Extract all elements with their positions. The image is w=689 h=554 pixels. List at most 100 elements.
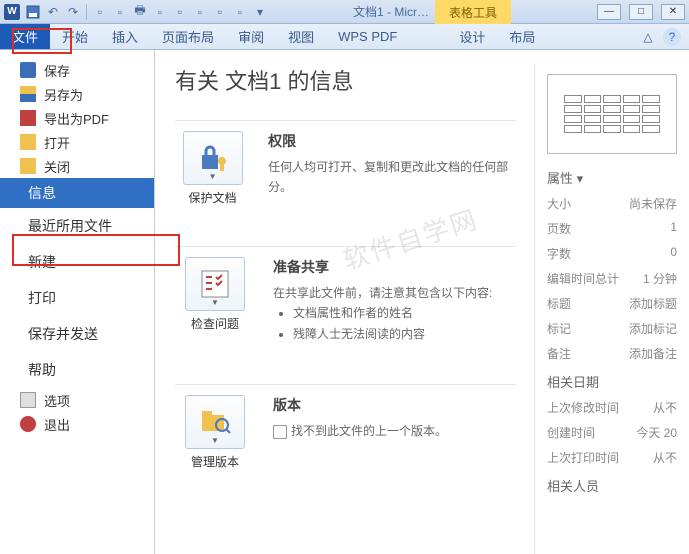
nav-open[interactable]: 打开 (0, 130, 154, 154)
undo-icon[interactable]: ↶ (44, 3, 62, 21)
section-text: 在共享此文件前，请注意其包含以下内容: (273, 283, 492, 303)
nav-label: 导出为PDF (44, 109, 109, 128)
qat-dropdown-icon[interactable]: ▾ (251, 3, 269, 21)
title-bar: W ↶ ↷ ▫ ▫ 🖶 ▫ ▫ ▫ ▫ ▫ ▾ 文档1 - Micr… — □ … (0, 0, 689, 24)
tab-file[interactable]: 文件 (0, 24, 50, 49)
info-main: 有关 文档1 的信息 ▼ 保护文档 权限 任何人均可打开、复制和更改此文档的任何… (175, 64, 534, 554)
people-heading: 相关人员 (547, 476, 677, 495)
folder-magnify-icon (198, 405, 232, 439)
nav-label: 打开 (44, 133, 70, 152)
help-icon[interactable]: ? (663, 28, 681, 46)
minimize-ribbon-icon[interactable]: △ (639, 28, 657, 46)
maximize-button[interactable]: □ (629, 4, 653, 20)
nav-label: 选项 (44, 391, 70, 410)
list-item: 文档属性和作者的姓名 (293, 303, 492, 323)
button-label: 保护文档 (175, 189, 250, 206)
prop-edit-time: 编辑时间总计1 分钟 (547, 270, 677, 287)
open-folder-icon (20, 134, 36, 150)
tab-page-layout[interactable]: 页面布局 (150, 24, 226, 49)
tab-view[interactable]: 视图 (276, 24, 326, 49)
nav-print[interactable]: 打印 (0, 280, 154, 316)
qat-separator (86, 4, 87, 20)
prop-printed: 上次打印时间从不 (547, 449, 677, 466)
quick-access-toolbar: ↶ ↷ ▫ ▫ 🖶 ▫ ▫ ▫ ▫ ▫ ▾ (24, 3, 269, 21)
context-tab-table-tools: 表格工具 (435, 0, 511, 24)
section-text: 任何人均可打开、复制和更改此文档的任何部分。 (268, 157, 516, 198)
backstage-view: 保存 另存为 导出为PDF 打开 关闭 信息 最近所用文件 新建 打印 保存并发… (0, 50, 689, 554)
check-issues-button[interactable]: ▼ 检查问题 (175, 257, 255, 344)
nav-options[interactable]: 选项 (0, 388, 154, 412)
qat-icon[interactable]: ▫ (191, 3, 209, 21)
chevron-down-icon: ▼ (209, 172, 217, 181)
save-icon[interactable] (24, 3, 42, 21)
button-label: 检查问题 (175, 315, 255, 332)
nav-save[interactable]: 保存 (0, 58, 154, 82)
ribbon-tabs: 文件 开始 插入 页面布局 审阅 视图 WPS PDF 设计 布局 △ ? (0, 24, 689, 50)
section-heading: 版本 (273, 395, 447, 415)
info-content: 有关 文档1 的信息 ▼ 保护文档 权限 任何人均可打开、复制和更改此文档的任何… (155, 50, 689, 554)
section-heading: 准备共享 (273, 257, 492, 277)
prop-remark[interactable]: 备注添加备注 (547, 345, 677, 362)
section-prepare-share: ▼ 检查问题 准备共享 在共享此文件前，请注意其包含以下内容: 文档属性和作者的… (175, 246, 516, 344)
list-item: 残障人士无法阅读的内容 (293, 324, 492, 344)
nav-save-as[interactable]: 另存为 (0, 82, 154, 106)
nav-save-send[interactable]: 保存并发送 (0, 316, 154, 352)
qat-icon[interactable]: ▫ (151, 3, 169, 21)
dates-heading: 相关日期 (547, 372, 677, 391)
nav-new[interactable]: 新建 (0, 244, 154, 280)
minimize-button[interactable]: — (597, 4, 621, 20)
nav-label: 关闭 (44, 157, 70, 176)
lock-key-icon (196, 141, 230, 175)
nav-label: 帮助 (28, 360, 56, 380)
nav-info[interactable]: 信息 (0, 178, 154, 208)
qat-icon[interactable]: ▫ (91, 3, 109, 21)
prop-tag[interactable]: 标记添加标记 (547, 320, 677, 337)
prop-words: 字数0 (547, 245, 677, 262)
chevron-down-icon: ▼ (211, 436, 219, 445)
prop-created: 创建时间今天 20 (547, 424, 677, 441)
save-as-icon (20, 86, 36, 102)
side-nav: 保存 另存为 导出为PDF 打开 关闭 信息 最近所用文件 新建 打印 保存并发… (0, 50, 155, 554)
section-permissions: ▼ 保护文档 权限 任何人均可打开、复制和更改此文档的任何部分。 (175, 120, 516, 206)
window-controls: — □ ✕ (597, 4, 685, 20)
print-icon[interactable]: 🖶 (131, 3, 149, 21)
tab-review[interactable]: 审阅 (226, 24, 276, 49)
prop-size: 大小尚未保存 (547, 195, 677, 212)
tab-insert[interactable]: 插入 (100, 24, 150, 49)
properties-heading[interactable]: 属性 ▾ (547, 168, 677, 187)
redo-icon[interactable]: ↷ (64, 3, 82, 21)
nav-help[interactable]: 帮助 (0, 352, 154, 388)
section-text: 找不到此文件的上一个版本。 (291, 424, 447, 438)
nav-label: 新建 (28, 252, 56, 272)
nav-label: 打印 (28, 288, 56, 308)
qat-icon[interactable]: ▫ (211, 3, 229, 21)
qat-icon[interactable]: ▫ (231, 3, 249, 21)
nav-label: 保存 (44, 61, 70, 80)
document-thumbnail[interactable] (547, 74, 677, 154)
save-icon (20, 62, 36, 78)
prop-pages: 页数1 (547, 220, 677, 237)
nav-label: 保存并发送 (28, 324, 98, 344)
section-versions: ▼ 管理版本 版本 找不到此文件的上一个版本。 (175, 384, 516, 470)
qat-icon[interactable]: ▫ (111, 3, 129, 21)
nav-label: 退出 (44, 415, 70, 434)
tab-table-layout[interactable]: 布局 (497, 24, 547, 49)
nav-export-pdf[interactable]: 导出为PDF (0, 106, 154, 130)
pdf-icon (20, 110, 36, 126)
nav-label: 最近所用文件 (28, 216, 112, 236)
nav-recent[interactable]: 最近所用文件 (0, 208, 154, 244)
close-window-button[interactable]: ✕ (661, 4, 685, 20)
qat-icon[interactable]: ▫ (171, 3, 189, 21)
tab-wps-pdf[interactable]: WPS PDF (326, 24, 409, 49)
app-icon: W (4, 4, 20, 20)
tab-home[interactable]: 开始 (50, 24, 100, 49)
nav-close[interactable]: 关闭 (0, 154, 154, 178)
prop-title[interactable]: 标题添加标题 (547, 295, 677, 312)
document-icon (273, 425, 287, 439)
manage-versions-button[interactable]: ▼ 管理版本 (175, 395, 255, 470)
exit-icon (20, 416, 36, 432)
checklist-icon (198, 267, 232, 301)
nav-exit[interactable]: 退出 (0, 412, 154, 436)
protect-document-button[interactable]: ▼ 保护文档 (175, 131, 250, 206)
tab-design[interactable]: 设计 (447, 24, 497, 49)
